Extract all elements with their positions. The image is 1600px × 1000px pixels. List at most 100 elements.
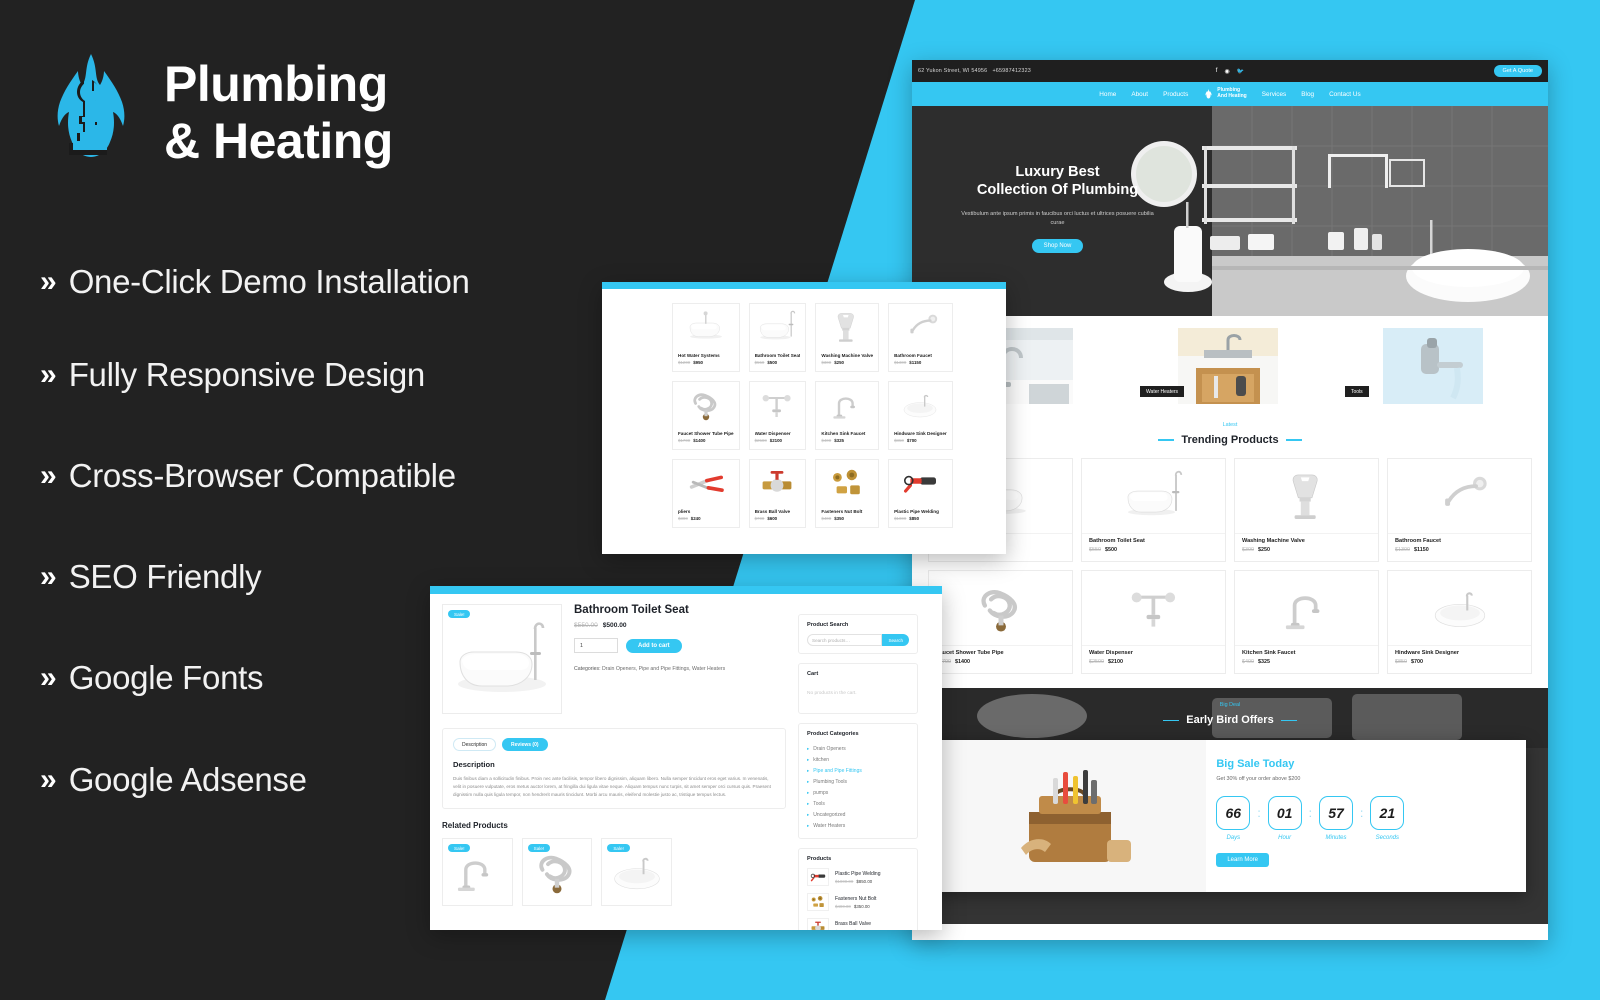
shop-product-card[interactable]: Hindware Sink Designer $850 $700 bbox=[888, 381, 953, 450]
search-input[interactable]: Search products… bbox=[807, 634, 883, 646]
chevron-right-icon: ▸ bbox=[807, 800, 810, 806]
product-card[interactable]: Faucet Shower Tube Pipe $1700 $1400 bbox=[928, 570, 1073, 675]
shop-product-card[interactable]: Kitchen Sink Faucet $400 $325 bbox=[815, 381, 880, 450]
shop-product-card[interactable]: Washing Machine Valve $300 $250 bbox=[815, 303, 880, 372]
get-a-quote-button[interactable]: Get A Quote bbox=[1493, 65, 1542, 77]
add-to-cart-row[interactable]: 1 Add to cart bbox=[574, 638, 786, 653]
shop-product-card[interactable]: Brass Ball Valve $700 $600 bbox=[748, 459, 807, 528]
product-price: $1700 $1400 bbox=[936, 659, 1065, 665]
sidebar-category-item[interactable]: ▸ Water Heaters bbox=[807, 820, 909, 831]
facebook-icon[interactable]: f bbox=[1216, 68, 1218, 75]
twitter-icon[interactable]: 🐦 bbox=[1237, 68, 1244, 75]
sidebar-category-item[interactable]: ▸ Plumbing Tools bbox=[807, 776, 909, 787]
sidebar-product-item[interactable]: Fasteners Nut Bolt $400.00 $350.00 bbox=[807, 893, 909, 911]
single-product-mockup[interactable]: Sale! Bathroom Toilet Seat $550.00 $500.… bbox=[430, 586, 942, 930]
shop-top-bar bbox=[602, 282, 1006, 289]
description-body: Duis finibus diam a sollicitudin finibus… bbox=[453, 776, 771, 798]
sidebar-category-item[interactable]: ▸ Pipe and Pipe Fittings bbox=[807, 765, 909, 776]
sidebar-product-name: Plastic Pipe Welding bbox=[835, 870, 881, 877]
shop-product-card[interactable]: Bathroom Toilet Seat $550 $500 bbox=[748, 303, 807, 372]
site-navigation[interactable]: Home About Products Plumbing And Heating… bbox=[912, 82, 1548, 106]
category-tile-water-heaters[interactable]: Water Heaters bbox=[1133, 328, 1327, 404]
sidebar-category-label: Plumbing Tools bbox=[813, 778, 848, 785]
shop-product-name: Water Dispenser bbox=[754, 431, 791, 436]
sidebar-category-item[interactable]: ▸ kitchen bbox=[807, 754, 909, 765]
shop-product-card[interactable]: Plastic Pipe Welding $1000 $850 bbox=[888, 459, 953, 528]
shop-product-card[interactable]: Water Dispenser $2500 $2100 bbox=[748, 381, 807, 450]
sidebar-category-item[interactable]: ▸ Uncategorized bbox=[807, 809, 909, 820]
brass-valve-icon bbox=[750, 460, 806, 506]
feature-label: Fully Responsive Design bbox=[68, 356, 426, 393]
shower-hose-icon bbox=[673, 382, 739, 428]
product-card[interactable]: Washing Machine Valve $300 $250 bbox=[1234, 458, 1379, 563]
price-new: $2100 bbox=[1108, 659, 1123, 666]
product-categories-value[interactable]: Drain Openers, Pipe and Pipe Fittings, W… bbox=[602, 666, 725, 672]
shop-product-card[interactable]: Bathroom Faucet $1300 $1150 bbox=[888, 303, 953, 372]
product-card[interactable]: Hindware Sink Designer $850 $700 bbox=[1387, 570, 1532, 675]
product-gallery[interactable]: Sale! bbox=[442, 604, 562, 714]
product-tabs-panel: Description Reviews (0) Description Duis … bbox=[442, 728, 786, 810]
social-links[interactable]: f ◉ 🐦 bbox=[1216, 68, 1244, 75]
bathtub-icon bbox=[673, 304, 739, 350]
sidebar-product-item[interactable]: Brass Ball Valve $700.00$600.00 bbox=[807, 918, 909, 930]
quantity-input[interactable]: 1 bbox=[574, 638, 618, 653]
tab-reviews-0[interactable]: Reviews (0) bbox=[502, 738, 548, 751]
shop-product-card[interactable]: pliers $300 $240 bbox=[672, 459, 740, 528]
nav-item-blog[interactable]: Blog bbox=[1301, 91, 1314, 98]
nav-item-products[interactable]: Products bbox=[1163, 91, 1188, 98]
product-price: $1300 $1150 bbox=[1395, 547, 1524, 553]
trending-product-grid[interactable]: Hot Water Systems $1200$950 Bathroom Toi… bbox=[912, 458, 1548, 688]
add-to-cart-button[interactable]: Add to cart bbox=[626, 638, 682, 653]
shop-product-name: Brass Ball Valve bbox=[754, 509, 791, 514]
flame-wrench-pipe-logo-icon bbox=[1203, 88, 1214, 100]
product-meta: Hindware Sink Designer $850 $700 bbox=[1388, 645, 1531, 673]
shop-product-card[interactable]: Hot Water Systems $1200 $950 bbox=[672, 303, 740, 372]
nav-item-home[interactable]: Home bbox=[1099, 91, 1116, 98]
shop-now-button[interactable]: Shop Now bbox=[1031, 239, 1084, 254]
product-categories-widget: Product Categories ▸ Drain Openers ▸ kitche… bbox=[798, 723, 918, 839]
tab-description[interactable]: Description bbox=[453, 738, 497, 751]
website-homepage-mockup[interactable]: 62 Yukon Street, WI 54956 +65987412323 f… bbox=[912, 60, 1548, 940]
product-card[interactable]: Bathroom Faucet $1300 $1150 bbox=[1387, 458, 1532, 563]
shop-product-card[interactable]: Faucet Shower Tube Pipe $1700 $1400 bbox=[672, 381, 740, 450]
deal-section-header: Big Deal Early Bird Offers bbox=[912, 688, 1548, 726]
shop-product-card[interactable]: Fasteners Nut Bolt $400 $350 bbox=[815, 459, 880, 528]
price-new: $500 bbox=[1105, 547, 1117, 554]
sidebar-category-item[interactable]: ▸ Tools bbox=[807, 798, 909, 809]
related-products-grid[interactable]: Sale! Sale! Sale! bbox=[442, 838, 672, 907]
sidebar-category-label: Water Heaters bbox=[813, 822, 846, 829]
sidebar-category-item[interactable]: ▸ pumps bbox=[807, 787, 909, 798]
learn-more-button[interactable]: Learn More bbox=[1216, 853, 1269, 868]
price-old: $300 bbox=[1242, 547, 1254, 554]
nav-item-about[interactable]: About bbox=[1131, 91, 1148, 98]
product-categories: Categories: Drain Openers, Pipe and Pipe… bbox=[574, 665, 786, 673]
product-name: Bathroom Faucet bbox=[1395, 538, 1441, 545]
product-price: $550 $500 bbox=[1089, 547, 1218, 553]
product-tabs[interactable]: Description Reviews (0) bbox=[453, 738, 775, 751]
related-product-card[interactable]: Sale! bbox=[521, 838, 593, 907]
chevron-right-icon: ▸ bbox=[807, 789, 810, 795]
search-button[interactable]: Search bbox=[882, 634, 909, 646]
instagram-icon[interactable]: ◉ bbox=[1224, 68, 1229, 75]
sidebar-category-item[interactable]: ▸ Drain Openers bbox=[807, 743, 909, 754]
double-chevron-right-icon: » bbox=[40, 358, 57, 391]
countdown-label: Hour bbox=[1278, 835, 1292, 842]
chevron-right-icon: ▸ bbox=[807, 822, 810, 828]
category-list[interactable]: ▸ Drain Openers ▸ kitchen ▸ Pipe and Pipe Fit… bbox=[807, 743, 909, 831]
product-card[interactable]: Water Dispenser $2500 $2100 bbox=[1081, 570, 1226, 675]
product-card[interactable]: Kitchen Sink Faucet $400 $325 bbox=[1234, 570, 1379, 675]
shop-product-grid[interactable]: Hot Water Systems $1200 $950 Bathroom Toi… bbox=[602, 289, 1006, 538]
product-card[interactable]: Bathroom Toilet Seat $550 $500 bbox=[1081, 458, 1226, 563]
category-tile-tools[interactable]: Tools bbox=[1338, 328, 1532, 404]
nav-item-contact-us[interactable]: Contact Us bbox=[1329, 91, 1361, 98]
countdown-seconds: 21 Seconds bbox=[1370, 796, 1405, 841]
products-widget-list[interactable]: Plastic Pipe Welding $1000.00 $850.00 Fas… bbox=[807, 868, 909, 930]
related-product-card[interactable]: Sale! bbox=[442, 838, 513, 907]
shop-grid-mockup[interactable]: Hot Water Systems $1200 $950 Bathroom Toi… bbox=[602, 282, 1006, 554]
sidebar-product-item[interactable]: Plastic Pipe Welding $1000.00 $850.00 bbox=[807, 868, 909, 886]
nav-item-services[interactable]: Services bbox=[1262, 91, 1287, 98]
nav-brand-logo[interactable]: Plumbing And Heating bbox=[1203, 87, 1247, 100]
related-product-card[interactable]: Sale! bbox=[601, 838, 672, 907]
kitchen-faucet-icon bbox=[816, 382, 878, 428]
category-tiles[interactable]: KitchenWater HeatersTools bbox=[912, 316, 1548, 416]
